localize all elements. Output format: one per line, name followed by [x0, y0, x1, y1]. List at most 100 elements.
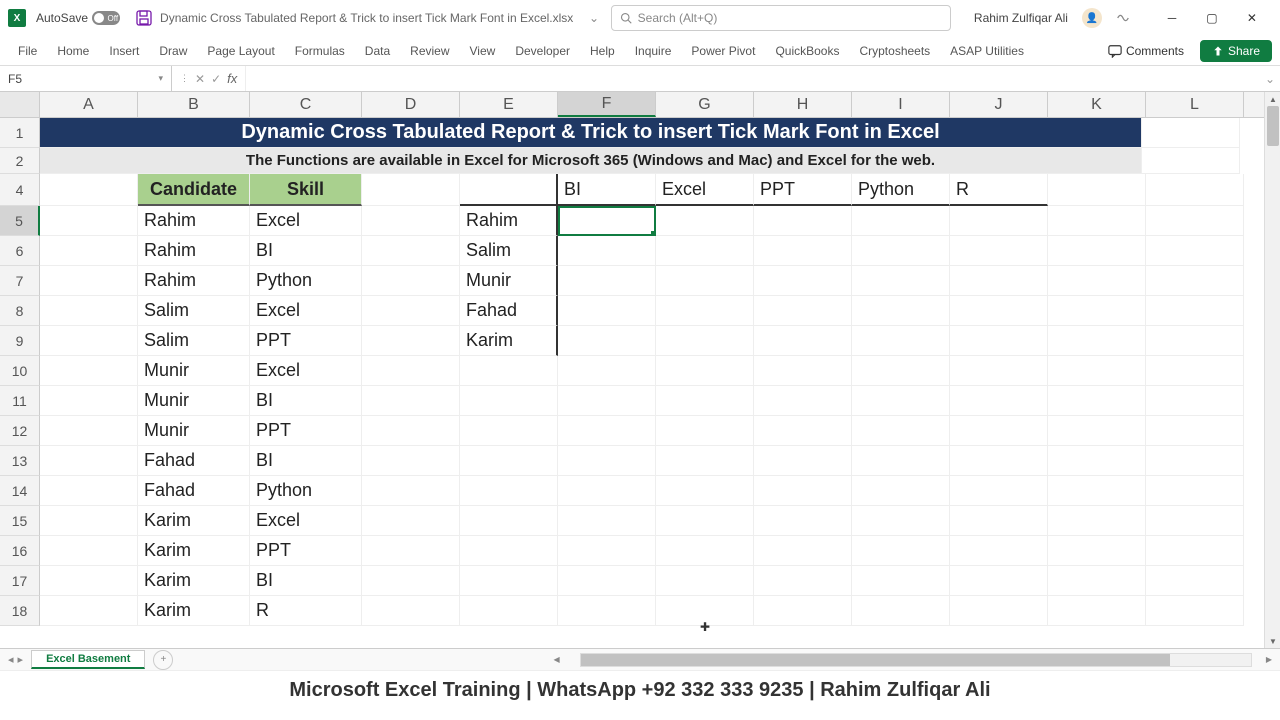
cell[interactable] [40, 386, 138, 416]
row-header-2[interactable]: 2 [0, 148, 40, 174]
cell[interactable] [558, 416, 656, 446]
cell[interactable] [362, 206, 460, 236]
maximize-button[interactable]: ▢ [1192, 4, 1232, 32]
hscroll-thumb[interactable] [581, 654, 1171, 666]
cell[interactable] [950, 386, 1048, 416]
cell[interactable] [754, 356, 852, 386]
cell[interactable] [40, 536, 138, 566]
cell[interactable] [362, 236, 460, 266]
cell[interactable] [754, 536, 852, 566]
cell[interactable] [754, 326, 852, 356]
cell[interactable] [558, 266, 656, 296]
cell[interactable] [1048, 476, 1146, 506]
crosstab-col-Python[interactable]: Python [852, 174, 950, 206]
cell[interactable]: Karim [138, 566, 250, 596]
cell[interactable] [460, 566, 558, 596]
cell[interactable] [950, 596, 1048, 626]
cell[interactable] [656, 326, 754, 356]
tab-formulas[interactable]: Formulas [285, 38, 355, 64]
cell[interactable] [852, 446, 950, 476]
cell[interactable] [362, 506, 460, 536]
cell[interactable] [1146, 206, 1244, 236]
cell[interactable]: Salim [138, 326, 250, 356]
cell[interactable] [656, 266, 754, 296]
cell[interactable] [754, 566, 852, 596]
tab-review[interactable]: Review [400, 38, 459, 64]
cell[interactable] [40, 296, 138, 326]
cell[interactable] [1048, 506, 1146, 536]
cell[interactable] [1048, 326, 1146, 356]
crosstab-row-rahim[interactable]: Rahim [460, 206, 558, 236]
cell[interactable] [656, 296, 754, 326]
cancel-icon[interactable]: ✕ [195, 72, 205, 86]
cell[interactable] [852, 596, 950, 626]
row-header-11[interactable]: 11 [0, 386, 40, 416]
cell[interactable] [558, 536, 656, 566]
cell[interactable] [40, 506, 138, 536]
cell[interactable]: Karim [138, 536, 250, 566]
cell[interactable] [40, 174, 138, 206]
cell[interactable] [1146, 536, 1244, 566]
cell[interactable] [852, 266, 950, 296]
cell[interactable] [362, 174, 460, 206]
cell[interactable] [950, 566, 1048, 596]
cell[interactable] [558, 566, 656, 596]
cell[interactable] [1048, 566, 1146, 596]
name-box[interactable]: F5 ▾ [0, 66, 172, 91]
cell[interactable] [460, 386, 558, 416]
cell[interactable] [40, 356, 138, 386]
cell[interactable]: R [250, 596, 362, 626]
cell[interactable]: Munir [138, 386, 250, 416]
cell[interactable] [460, 476, 558, 506]
crosstab-col-BI[interactable]: BI [558, 174, 656, 206]
crosstab-col-R[interactable]: R [950, 174, 1048, 206]
cell[interactable] [1048, 446, 1146, 476]
cell[interactable] [1048, 266, 1146, 296]
cell[interactable]: Excel [250, 296, 362, 326]
row-header-1[interactable]: 1 [0, 118, 40, 148]
sheet-nav[interactable]: ◂▸ [0, 653, 31, 666]
cell[interactable] [362, 386, 460, 416]
row-header-4[interactable]: 4 [0, 174, 40, 206]
chevron-down-icon[interactable]: ▾ [158, 73, 163, 84]
cell[interactable] [852, 326, 950, 356]
crosstab-col-Excel[interactable]: Excel [656, 174, 754, 206]
cell[interactable] [656, 596, 754, 626]
cell[interactable] [1146, 596, 1244, 626]
cell[interactable] [362, 596, 460, 626]
cell[interactable] [362, 356, 460, 386]
autosave-toggle[interactable]: AutoSave Off [36, 11, 120, 25]
col-header-I[interactable]: I [852, 92, 950, 117]
cell[interactable] [754, 386, 852, 416]
row-header-7[interactable]: 7 [0, 266, 40, 296]
cell[interactable] [950, 206, 1048, 236]
cell[interactable] [852, 416, 950, 446]
cell[interactable] [362, 296, 460, 326]
row-header-17[interactable]: 17 [0, 566, 40, 596]
cell[interactable] [1142, 148, 1240, 174]
tab-cryptosheets[interactable]: Cryptosheets [849, 38, 940, 64]
cell[interactable] [950, 236, 1048, 266]
cell[interactable]: BI [250, 386, 362, 416]
tab-quickbooks[interactable]: QuickBooks [765, 38, 849, 64]
cell[interactable] [1146, 506, 1244, 536]
col-header-E[interactable]: E [460, 92, 558, 117]
cell[interactable] [852, 476, 950, 506]
cell[interactable] [1146, 476, 1244, 506]
cell[interactable] [40, 236, 138, 266]
col-header-C[interactable]: C [250, 92, 362, 117]
cell[interactable] [852, 386, 950, 416]
cell[interactable] [656, 236, 754, 266]
cell[interactable] [1146, 236, 1244, 266]
cell[interactable] [656, 506, 754, 536]
minimize-button[interactable]: ─ [1152, 4, 1192, 32]
col-header-L[interactable]: L [1146, 92, 1244, 117]
cell[interactable] [950, 356, 1048, 386]
cell[interactable] [362, 536, 460, 566]
cell[interactable] [1048, 536, 1146, 566]
cell[interactable]: Fahad [138, 476, 250, 506]
cell[interactable]: BI [250, 446, 362, 476]
cell[interactable]: Karim [138, 506, 250, 536]
cell[interactable]: Rahim [138, 236, 250, 266]
tab-insert[interactable]: Insert [99, 38, 149, 64]
